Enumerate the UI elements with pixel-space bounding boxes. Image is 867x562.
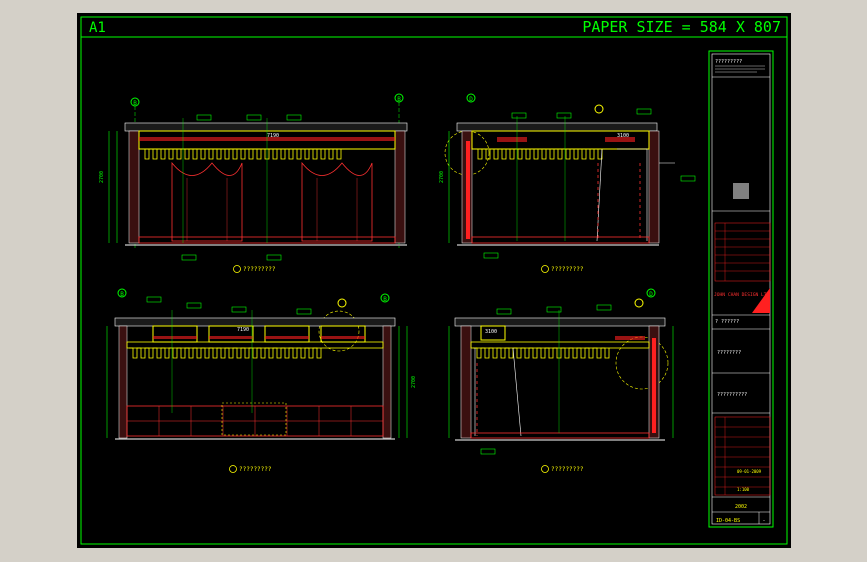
elevation-title: ????????? [551, 466, 584, 473]
elevation-bottom-right: D 3100 ????????? [448, 288, 674, 473]
dimension-label: 3100 [617, 133, 629, 139]
grid-label: B [397, 96, 401, 103]
sheet-size-label: A1 [89, 20, 106, 36]
detail-bubble [634, 298, 644, 308]
title-block: ????????? JOHN CHAN DESIGN LTD ? ?????? … [708, 50, 774, 528]
detail-bubble [594, 104, 604, 114]
company-name: JOHN CHAN DESIGN LTD [714, 292, 770, 298]
company-logo-icon [733, 183, 749, 199]
section-marker [233, 265, 241, 273]
cad-drawing: A1 PAPER SIZE = 584 X 807 B B 2700 7190 [80, 16, 788, 545]
drawing-scale: 1:100 [737, 487, 750, 492]
dimension-label: 2700 [411, 376, 417, 388]
dimension-label: 2700 [99, 171, 105, 183]
detail-bubble [337, 298, 347, 308]
grid-label: B [383, 296, 387, 303]
dimension-label: 3100 [485, 329, 497, 335]
elevation-bottom-left: B B 2700 7190 ????????? [106, 288, 417, 473]
title-block-header: ????????? [715, 59, 742, 65]
dimension-label: 7190 [267, 133, 279, 139]
drawing-number: ID-04-BS [716, 518, 740, 524]
project-label: ? ?????? [715, 319, 739, 325]
elevation-top-right: D 2700 3100 ????????? [439, 93, 696, 273]
sheet-number: 2002 [735, 504, 747, 510]
company-logo-triangle [752, 288, 770, 313]
dimension-label: 7190 [237, 327, 249, 333]
detail-callout [615, 336, 669, 390]
drawing-title: ?????????? [717, 392, 747, 398]
revision: - [762, 518, 765, 524]
paper-size-label: PAPER SIZE = 584 X 807 [582, 18, 781, 36]
section-marker [541, 465, 549, 473]
section-marker [541, 265, 549, 273]
project-name: ???????? [717, 350, 741, 356]
detail-callout [318, 310, 360, 352]
section-marker [229, 465, 237, 473]
dimension-label: 2700 [439, 171, 445, 183]
elevation-title: ????????? [239, 466, 272, 473]
grid-label: D [649, 291, 653, 298]
grid-label: B [120, 291, 124, 298]
elevation-title: ????????? [551, 266, 584, 273]
elevation-top-left: B B 2700 7190 ????????? [99, 93, 408, 273]
grid-label: B [133, 100, 137, 107]
sheet-border [80, 16, 788, 545]
elevation-title: ????????? [243, 266, 276, 273]
grid-label: D [469, 96, 473, 103]
drawing-date: 09-01-2009 [737, 469, 762, 474]
drawing-sheet: A1 PAPER SIZE = 584 X 807 B B 2700 7190 [77, 13, 791, 548]
